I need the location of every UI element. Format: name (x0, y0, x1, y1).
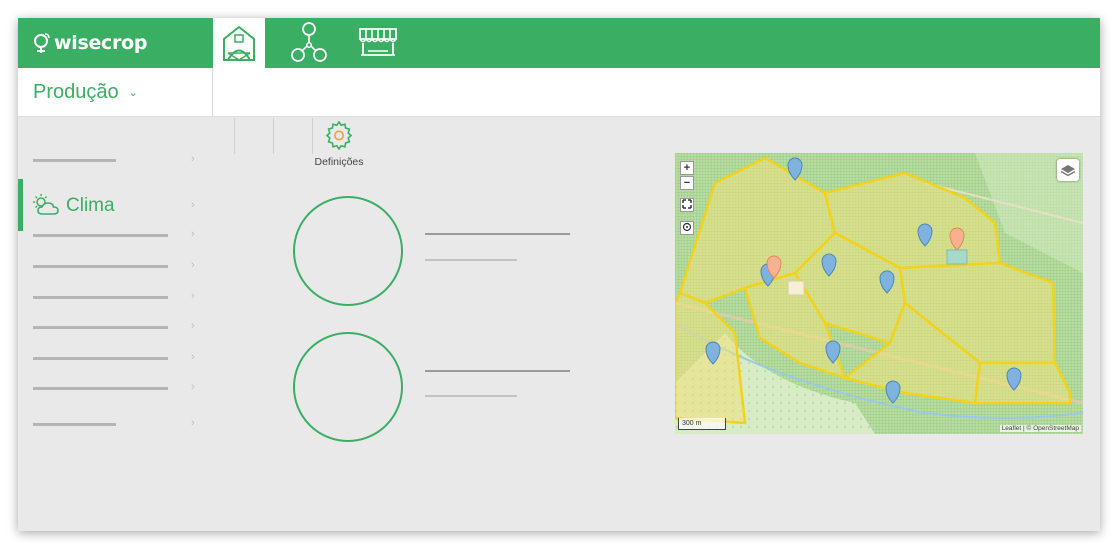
sidebar-item[interactable]: › (18, 349, 213, 369)
toolbar-divider (234, 118, 235, 154)
field-map[interactable]: + − 300 m Leaflet | © OpenStreetMap (675, 153, 1083, 434)
settings-button[interactable]: Definições (306, 119, 372, 168)
sidebar-item[interactable]: › (18, 415, 213, 435)
chevron-right-icon: › (191, 320, 195, 332)
gear-icon (325, 120, 353, 151)
wisecrop-logo[interactable]: wisecrop (32, 30, 147, 56)
sidebar-item-placeholder (33, 159, 116, 162)
metric-circle (293, 332, 403, 442)
chevron-right-icon: › (191, 199, 195, 211)
app-window: wisecrop Produção ⌄ › Clima › › › › › › … (18, 18, 1100, 531)
toolbar-divider (273, 118, 274, 154)
sidebar-item-placeholder (33, 357, 168, 360)
metric-title-placeholder (425, 370, 570, 372)
section-label: Produção (33, 80, 119, 103)
zoom-in-button[interactable]: + (680, 161, 694, 175)
fullscreen-icon (682, 199, 692, 209)
sidebar-item[interactable]: › (18, 257, 213, 277)
metric-subtitle-placeholder (425, 395, 517, 397)
map-canvas (675, 153, 1083, 434)
top-navigation-bar: wisecrop (18, 18, 1100, 68)
section-dropdown[interactable]: Produção ⌄ (18, 68, 213, 116)
network-nodes-icon (291, 22, 327, 62)
sidebar-item-clima[interactable]: Clima › (18, 179, 213, 231)
sidebar-item-placeholder (33, 234, 168, 237)
map-attribution[interactable]: Leaflet | © OpenStreetMap (999, 425, 1081, 432)
chevron-down-icon: ⌄ (128, 86, 138, 99)
sidebar-item-placeholder (33, 423, 116, 426)
sidebar-item[interactable]: › (18, 226, 213, 246)
greenhouse-icon (223, 25, 255, 61)
chevron-right-icon: › (191, 153, 195, 165)
sidebar-item-placeholder (33, 265, 168, 268)
locate-button[interactable] (680, 221, 694, 235)
metric-subtitle-placeholder (425, 259, 517, 261)
chevron-right-icon: › (191, 417, 195, 429)
layers-button[interactable] (1057, 159, 1079, 181)
market-stall-icon (359, 28, 397, 56)
sidebar-item-placeholder (33, 387, 168, 390)
active-indicator (18, 179, 23, 231)
fullscreen-button[interactable] (680, 198, 694, 212)
sidebar-item[interactable]: › (18, 379, 213, 399)
chevron-right-icon: › (191, 351, 195, 363)
settings-label: Definições (314, 156, 364, 168)
logo-text: wisecrop (54, 32, 148, 54)
sidebar-item[interactable]: › (18, 288, 213, 308)
chevron-right-icon: › (191, 228, 195, 240)
sidebar-item[interactable]: › (18, 151, 213, 171)
nav-network[interactable] (283, 18, 335, 68)
nav-production[interactable] (213, 18, 265, 68)
sidebar-item[interactable]: › (18, 318, 213, 338)
metric-circle (293, 196, 403, 306)
metric-title-placeholder (425, 233, 570, 235)
nav-market[interactable] (352, 18, 404, 68)
section-bar: Produção ⌄ (18, 68, 1100, 117)
chevron-right-icon: › (191, 381, 195, 393)
chevron-right-icon: › (191, 290, 195, 302)
sidebar-item-label: Clima (66, 195, 115, 216)
sidebar-item-placeholder (33, 326, 168, 329)
layers-icon (1060, 165, 1076, 177)
logo-icon (34, 33, 50, 53)
target-icon (682, 222, 692, 232)
chevron-right-icon: › (191, 259, 195, 271)
sidebar-item-placeholder (33, 296, 168, 299)
map-scale: 300 m (678, 418, 726, 430)
weather-cloud-sun-icon (33, 194, 61, 221)
zoom-out-button[interactable]: − (680, 176, 694, 190)
